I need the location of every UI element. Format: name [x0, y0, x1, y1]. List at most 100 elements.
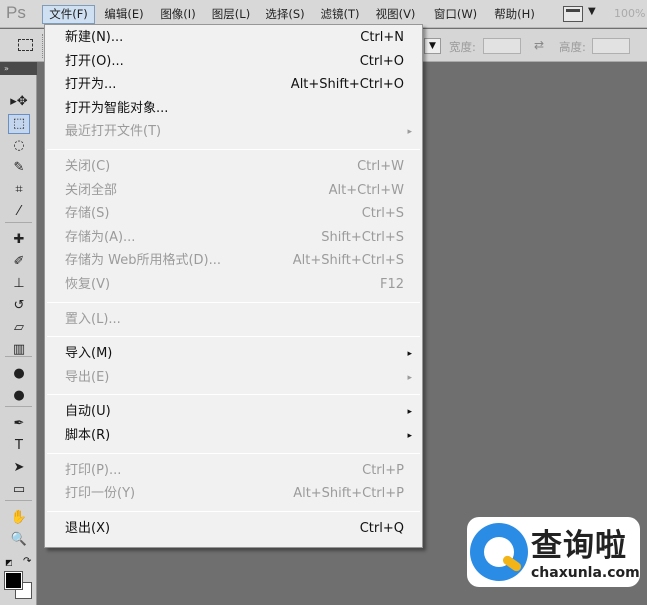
menu-item-label: 打开为智能对象...: [65, 100, 169, 116]
menu-select[interactable]: 选择(S): [263, 5, 307, 24]
submenu-arrow-icon: ▸: [407, 372, 412, 383]
menu-item-label: 导出(E): [65, 369, 110, 385]
menu-item-label: 打印一份(Y): [65, 486, 136, 502]
menu-separator: [47, 301, 420, 303]
submenu-arrow-icon: ▸: [407, 127, 412, 138]
move-tool-icon[interactable]: ▸✥: [8, 92, 30, 112]
menu-item-shortcut: Alt+Shift+Ctrl+P: [293, 486, 404, 502]
menu-file[interactable]: 文件(F): [42, 5, 95, 24]
file-menu-dropdown: 新建(N)... Ctrl+N 打开(O)... Ctrl+O 打开为... Alt+Sh…: [44, 24, 423, 548]
menu-filter[interactable]: 滤镜(T): [318, 5, 362, 24]
blur-tool-icon[interactable]: ●: [8, 364, 30, 384]
menu-item-label: 置入(L)...: [65, 311, 121, 327]
brush-tool-icon[interactable]: ✐: [8, 252, 30, 272]
menu-edit[interactable]: 编辑(E): [102, 5, 146, 24]
file-menu-item[interactable]: 打开(O)... Ctrl+O: [45, 51, 422, 73]
menu-item-label: 存储为(A)...: [65, 229, 136, 245]
dodge-tool-icon[interactable]: ●: [8, 386, 30, 406]
file-menu-item: 恢复(V) F12: [45, 274, 422, 296]
height-field[interactable]: [592, 38, 630, 54]
history-brush-tool-icon[interactable]: ↺: [8, 296, 30, 316]
crop-tool-icon[interactable]: ⌗: [8, 180, 30, 200]
marquee-preset-icon[interactable]: [18, 39, 33, 51]
hand-tool-icon[interactable]: ✋: [8, 508, 30, 528]
default-colors-icon[interactable]: ◩: [5, 558, 14, 567]
menu-item-label: 关闭全部: [65, 182, 118, 198]
eraser-tool-icon[interactable]: ▱: [8, 318, 30, 338]
file-menu-item: 打印(P)... Ctrl+P: [45, 460, 422, 482]
watermark-title: 查询啦: [531, 528, 627, 564]
style-dropdown[interactable]: ▼: [424, 38, 441, 54]
file-menu-item[interactable]: 脚本(R) ▸: [45, 425, 422, 447]
lasso-tool-icon[interactable]: ◌: [8, 136, 30, 156]
file-menu-item[interactable]: 打开为智能对象...: [45, 98, 422, 120]
menu-layer[interactable]: 图层(L): [209, 5, 253, 24]
foreground-color-swatch[interactable]: [4, 571, 23, 590]
screen-mode-icon[interactable]: [563, 6, 583, 22]
eyedropper-tool-icon[interactable]: ⁄: [8, 202, 30, 222]
menu-image[interactable]: 图像(I): [156, 5, 200, 24]
menu-separator: [47, 394, 420, 396]
swap-dimensions-icon[interactable]: ⇄: [534, 38, 544, 52]
menu-separator: [47, 452, 420, 454]
menu-item-label: 存储为 Web所用格式(D)...: [65, 253, 222, 269]
file-menu-item[interactable]: 打开为... Alt+Shift+Ctrl+O: [45, 74, 422, 96]
chevron-down-icon[interactable]: ▼: [588, 6, 596, 17]
submenu-arrow-icon: ▸: [407, 431, 412, 441]
toolbox-divider: [5, 500, 32, 501]
menu-item-label: 自动(U): [65, 404, 111, 420]
menu-item-label: 脚本(R): [65, 428, 111, 443]
shape-tool-icon[interactable]: ▭: [8, 480, 30, 500]
marquee-tool-icon[interactable]: ⬚: [8, 114, 30, 134]
width-label: 宽度:: [449, 40, 476, 54]
menu-item-shortcut: Ctrl+S: [361, 206, 404, 222]
menu-item-label: 打开(O)...: [65, 53, 124, 69]
menu-item-shortcut: Ctrl+O: [359, 53, 404, 69]
file-menu-item: 打印一份(Y) Alt+Shift+Ctrl+P: [45, 483, 422, 505]
clone-stamp-tool-icon[interactable]: ⊥: [8, 274, 30, 294]
menu-window[interactable]: 窗口(W): [431, 5, 480, 24]
menu-item-shortcut: Alt+Shift+Ctrl+O: [290, 77, 404, 93]
file-menu-item[interactable]: 退出(X) Ctrl+Q: [45, 518, 422, 540]
menu-item-shortcut: Ctrl+N: [360, 30, 404, 45]
healing-brush-tool-icon[interactable]: ✚: [8, 230, 30, 250]
toolbox-divider: [5, 406, 32, 407]
swap-colors-icon[interactable]: ↷: [23, 556, 31, 567]
menu-item-shortcut: Ctrl+W: [357, 159, 404, 174]
file-menu-item: 存储为(A)... Shift+Ctrl+S: [45, 227, 422, 249]
gradient-tool-icon[interactable]: ▥: [8, 340, 30, 360]
watermark-logo: 查询啦 chaxunla.com: [467, 517, 640, 587]
menu-item-label: 关闭(C): [65, 159, 111, 174]
file-menu-item: 关闭全部 Alt+Ctrl+W: [45, 180, 422, 202]
menu-item-shortcut: Shift+Ctrl+S: [321, 229, 404, 245]
menu-help[interactable]: 帮助(H): [492, 5, 537, 24]
menu-item-label: 打印(P)...: [65, 462, 122, 478]
photoshop-logo: Ps: [6, 3, 26, 22]
menu-item-label: 存储(S): [65, 206, 110, 222]
file-menu-item: 关闭(C) Ctrl+W: [45, 156, 422, 178]
type-tool-icon[interactable]: T: [8, 436, 30, 456]
menu-item-label: 最近打开文件(T): [65, 124, 162, 140]
quick-selection-tool-icon[interactable]: ✎: [8, 158, 30, 178]
menu-item-label: 退出(X): [65, 520, 111, 536]
menu-item-shortcut: Alt+Shift+Ctrl+S: [292, 253, 404, 269]
zoom-tool-icon[interactable]: 🔍: [8, 530, 30, 550]
file-menu-item: 最近打开文件(T) ▸: [45, 121, 422, 143]
file-menu-item: 导出(E) ▸: [45, 367, 422, 389]
width-field[interactable]: [483, 38, 521, 54]
height-label: 高度:: [559, 40, 586, 54]
file-menu-item[interactable]: 导入(M) ▸: [45, 343, 422, 365]
file-menu-item[interactable]: 新建(N)... Ctrl+N: [45, 27, 422, 49]
watermark-url: chaxunla.com: [531, 565, 640, 581]
toolbox-collapse-icon[interactable]: »: [0, 62, 37, 75]
file-menu-item: 存储为 Web所用格式(D)... Alt+Shift+Ctrl+S: [45, 250, 422, 272]
menu-separator: [47, 149, 420, 150]
file-menu-item[interactable]: 自动(U) ▸: [45, 401, 422, 423]
toolbox-divider: [5, 222, 32, 223]
menu-separator: [47, 336, 420, 338]
path-selection-tool-icon[interactable]: ➤: [8, 458, 30, 478]
zoom-level: 100%: [614, 7, 646, 20]
magnifier-q-icon: [470, 523, 528, 581]
pen-tool-icon[interactable]: ✒: [8, 414, 30, 434]
menu-view[interactable]: 视图(V): [373, 5, 418, 24]
